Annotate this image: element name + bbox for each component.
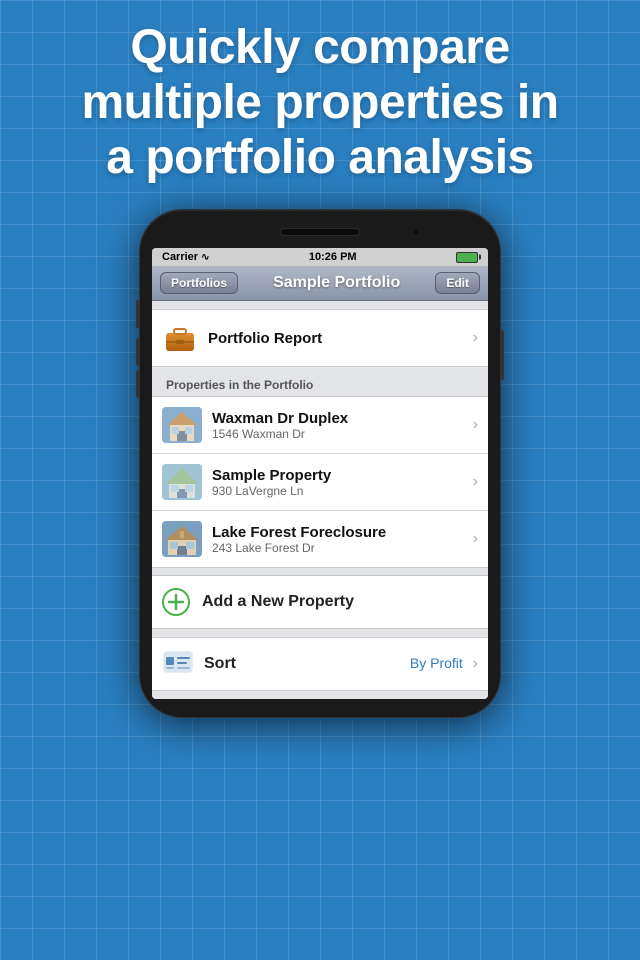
section-header: Properties in the Portfolio	[152, 374, 488, 396]
property-text-1: Waxman Dr Duplex 1546 Waxman Dr	[212, 410, 467, 441]
carrier-label: Carrier	[162, 251, 198, 263]
property-thumbnail-3	[162, 521, 202, 557]
add-property-label: Add a New Property	[202, 593, 354, 611]
chevron-icon-1: ›	[473, 416, 478, 434]
hero-line1: Quickly compare	[130, 21, 509, 74]
house-svg-1	[162, 407, 202, 443]
hero-section: Quickly compare multiple properties in a…	[0, 20, 640, 186]
phone-shell: Carrier ∿ 10:26 PM Portfolios Sample Por…	[140, 210, 500, 717]
hero-line2: multiple properties in	[81, 76, 558, 129]
hero-title: Quickly compare multiple properties in a…	[30, 20, 610, 186]
sort-icon	[162, 648, 194, 680]
properties-section: Properties in the Portfolio	[152, 374, 488, 568]
property-name-1: Waxman Dr Duplex	[212, 410, 467, 427]
property-name-3: Lake Forest Foreclosure	[212, 524, 467, 541]
property-text-2: Sample Property 930 LaVergne Ln	[212, 467, 467, 498]
house-svg-3	[162, 521, 202, 557]
briefcase-icon	[162, 320, 198, 356]
sort-chevron: ›	[473, 655, 478, 672]
add-plus-icon	[162, 588, 190, 616]
portfolio-report-row[interactable]: Portfolio Report ›	[152, 309, 488, 367]
briefcase-svg	[164, 323, 196, 353]
back-button[interactable]: Portfolios	[160, 272, 238, 294]
screen-content: Portfolio Report › Properties in the Por…	[152, 301, 488, 699]
add-property-row[interactable]: Add a New Property	[152, 575, 488, 629]
sort-svg	[163, 650, 193, 678]
nav-bar: Portfolios Sample Portfolio Edit	[152, 266, 488, 301]
house-svg-2	[162, 464, 202, 500]
chevron-icon: ›	[473, 329, 478, 347]
portfolio-report-title: Portfolio Report	[208, 330, 467, 347]
hero-line3: a portfolio analysis	[106, 131, 533, 184]
property-name-2: Sample Property	[212, 467, 467, 484]
property-address-2: 930 LaVergne Ln	[212, 484, 467, 498]
edit-button[interactable]: Edit	[435, 272, 480, 294]
phone-top	[152, 228, 488, 242]
portfolio-report-section: Portfolio Report ›	[152, 309, 488, 367]
sort-value-text: By Profit	[410, 655, 463, 671]
nav-title: Sample Portfolio	[273, 274, 400, 292]
property-row-3[interactable]: Lake Forest Foreclosure 243 Lake Forest …	[152, 510, 488, 568]
portfolio-report-text: Portfolio Report	[208, 330, 467, 347]
wifi-icon: ∿	[201, 252, 209, 263]
phone-camera	[412, 228, 420, 236]
sort-row[interactable]: Sort By Profit ›	[152, 637, 488, 691]
sort-value: By Profit ›	[410, 655, 478, 673]
property-thumbnail-1	[162, 407, 202, 443]
phone-device: Carrier ∿ 10:26 PM Portfolios Sample Por…	[140, 210, 500, 717]
property-address-3: 243 Lake Forest Dr	[212, 541, 467, 555]
battery-icon	[456, 252, 478, 263]
property-text-3: Lake Forest Foreclosure 243 Lake Forest …	[212, 524, 467, 555]
carrier-text: Carrier ∿	[162, 251, 209, 263]
property-thumbnail-2	[162, 464, 202, 500]
chevron-icon-3: ›	[473, 530, 478, 548]
status-bar: Carrier ∿ 10:26 PM	[152, 248, 488, 266]
sort-label: Sort	[204, 655, 410, 673]
property-row-1[interactable]: Waxman Dr Duplex 1546 Waxman Dr ›	[152, 396, 488, 454]
plus-svg	[162, 588, 190, 616]
screen: Carrier ∿ 10:26 PM Portfolios Sample Por…	[152, 248, 488, 699]
status-time: 10:26 PM	[309, 251, 357, 263]
property-row-2[interactable]: Sample Property 930 LaVergne Ln ›	[152, 453, 488, 511]
chevron-icon-2: ›	[473, 473, 478, 491]
property-address-1: 1546 Waxman Dr	[212, 427, 467, 441]
phone-speaker	[280, 228, 360, 236]
